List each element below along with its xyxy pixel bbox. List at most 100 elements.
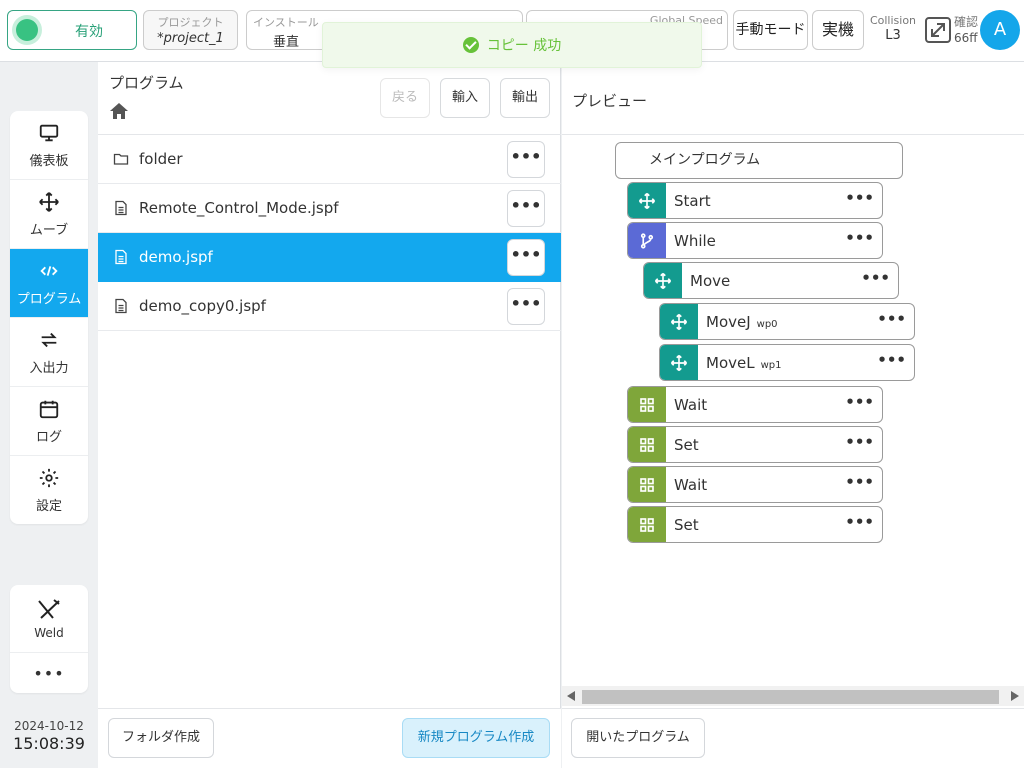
nav-item-io[interactable]: 入出力 xyxy=(10,318,88,387)
node-more-button[interactable]: ••• xyxy=(877,310,906,328)
file-name: Remote_Control_Mode.jspf xyxy=(139,199,339,217)
tree-node-movej[interactable]: MoveJ wp0 ••• xyxy=(659,303,915,340)
nav-item-program[interactable]: プログラム xyxy=(10,249,88,318)
opened-programs-button[interactable]: 開いたプログラム xyxy=(571,718,705,758)
node-more-button[interactable]: ••• xyxy=(877,351,906,369)
nav-label: ムーブ xyxy=(29,222,69,238)
confirm-caption: 確認 xyxy=(954,15,979,29)
home-icon[interactable] xyxy=(109,101,129,121)
real-robot-button[interactable]: 実機 xyxy=(812,10,864,50)
preview-header: プレビュー xyxy=(562,62,1024,135)
tree-node-while[interactable]: While ••• xyxy=(627,222,883,259)
file-name: demo.jspf xyxy=(139,248,213,266)
side-nav: 儀表板 ムーブ プログラム 入出力 ログ 設定 xyxy=(10,111,88,524)
nav-label: 設定 xyxy=(35,499,62,514)
nav-item-move[interactable]: ムーブ xyxy=(10,180,88,249)
nav-label: 入出力 xyxy=(29,360,69,376)
node-more-button[interactable]: ••• xyxy=(845,473,874,491)
collision-value: L3 xyxy=(885,28,901,43)
main-program-node[interactable]: メインプログラム xyxy=(615,142,903,179)
document-icon xyxy=(115,249,127,265)
nav-item-dashboard[interactable]: 儀表板 xyxy=(10,111,88,180)
file-list: folder ••• Remote_Control_Mode.jspf ••• … xyxy=(98,135,561,331)
grid-icon xyxy=(628,467,666,502)
node-label: Wait xyxy=(674,396,708,414)
nav-more-button[interactable]: ••• xyxy=(10,653,88,693)
node-more-button[interactable]: ••• xyxy=(845,433,874,451)
move-arrows-icon xyxy=(660,345,698,380)
node-label: Start xyxy=(674,192,711,210)
code-icon xyxy=(40,265,58,276)
node-more-button[interactable]: ••• xyxy=(845,513,874,531)
node-label: Move xyxy=(690,272,731,290)
grid-icon xyxy=(628,427,666,462)
tree-node-set[interactable]: Set ••• xyxy=(627,506,883,543)
manual-mode-button[interactable]: 手動モード xyxy=(733,10,808,50)
file-row-remote-control[interactable]: Remote_Control_Mode.jspf ••• xyxy=(98,184,561,233)
scroll-left-icon[interactable] xyxy=(567,691,575,701)
tree-node-set[interactable]: Set ••• xyxy=(627,426,883,463)
nav-label: 儀表板 xyxy=(29,153,69,169)
status-dot-icon xyxy=(16,19,38,41)
node-more-button[interactable]: ••• xyxy=(861,269,890,287)
nav-label: ログ xyxy=(35,429,62,445)
scroll-right-icon[interactable] xyxy=(1011,691,1019,701)
nav-item-settings[interactable]: 設定 xyxy=(10,456,88,524)
node-more-button[interactable]: ••• xyxy=(845,189,874,207)
program-footer: フォルダ作成 新規プログラム作成 xyxy=(98,708,561,768)
create-program-button[interactable]: 新規プログラム作成 xyxy=(402,718,550,758)
project-selector[interactable]: プロジェクト *project_1 xyxy=(143,10,238,50)
horizontal-scrollbar[interactable] xyxy=(562,686,1024,706)
expand-icon[interactable] xyxy=(924,16,952,44)
preview-panel: プレビュー メインプログラム Start ••• While ••• Move … xyxy=(562,62,1024,768)
move-arrows-icon xyxy=(628,183,666,218)
tree-node-movel[interactable]: MoveL wp1 ••• xyxy=(659,344,915,381)
node-label: Set xyxy=(674,436,699,454)
enable-toggle[interactable]: 有効 xyxy=(7,10,137,50)
nav-item-weld[interactable]: Weld xyxy=(10,585,88,653)
side-nav-secondary: Weld ••• xyxy=(10,585,88,693)
file-row-folder[interactable]: folder ••• xyxy=(98,135,561,184)
clock-date: 2024-10-12 xyxy=(14,719,84,733)
create-folder-button[interactable]: フォルダ作成 xyxy=(108,718,214,758)
folder-icon xyxy=(113,153,129,165)
file-row-demo-copy[interactable]: demo_copy0.jspf ••• xyxy=(98,282,561,331)
scrollbar-thumb[interactable] xyxy=(582,690,999,704)
export-button[interactable]: 輸出 xyxy=(500,78,550,118)
node-waypoint: wp1 xyxy=(760,360,782,371)
file-row-demo[interactable]: demo.jspf ••• xyxy=(98,233,561,282)
calendar-icon xyxy=(39,400,59,418)
node-label: Set xyxy=(674,516,699,534)
tree-node-move[interactable]: Move ••• xyxy=(643,262,899,299)
node-waypoint: wp0 xyxy=(756,319,778,330)
move-arrows-icon xyxy=(39,191,59,212)
file-more-button[interactable]: ••• xyxy=(507,239,545,276)
collision-level[interactable]: Collision L3 xyxy=(866,14,920,43)
clock-time: 15:08:39 xyxy=(13,734,85,753)
confirm-value: 66ff xyxy=(954,31,978,45)
node-label: MoveJ wp0 xyxy=(706,313,778,331)
tree-node-wait[interactable]: Wait ••• xyxy=(627,466,883,503)
import-button[interactable]: 輸入 xyxy=(440,78,490,118)
node-label: While xyxy=(674,232,716,250)
file-more-button[interactable]: ••• xyxy=(507,190,545,227)
weld-torch-icon xyxy=(38,598,60,619)
program-panel: プログラム 戻る 輸入 輸出 folder ••• Remote_Control… xyxy=(98,62,561,768)
confirm-status: 確認 66ff xyxy=(954,14,980,46)
grid-icon xyxy=(628,387,666,422)
toast-message: コピー 成功 xyxy=(486,38,562,54)
node-more-button[interactable]: ••• xyxy=(845,229,874,247)
node-more-button[interactable]: ••• xyxy=(845,393,874,411)
move-arrows-icon xyxy=(660,304,698,339)
document-icon xyxy=(115,200,127,216)
program-tree: メインプログラム Start ••• While ••• Move ••• Mo… xyxy=(562,135,1024,685)
avatar[interactable]: A xyxy=(980,10,1020,50)
tree-node-start[interactable]: Start ••• xyxy=(627,182,883,219)
tree-node-wait[interactable]: Wait ••• xyxy=(627,386,883,423)
file-more-button[interactable]: ••• xyxy=(507,141,545,178)
back-button[interactable]: 戻る xyxy=(380,78,430,118)
document-icon xyxy=(115,298,127,314)
file-more-button[interactable]: ••• xyxy=(507,288,545,325)
nav-label: プログラム xyxy=(16,291,82,307)
nav-item-log[interactable]: ログ xyxy=(10,387,88,456)
